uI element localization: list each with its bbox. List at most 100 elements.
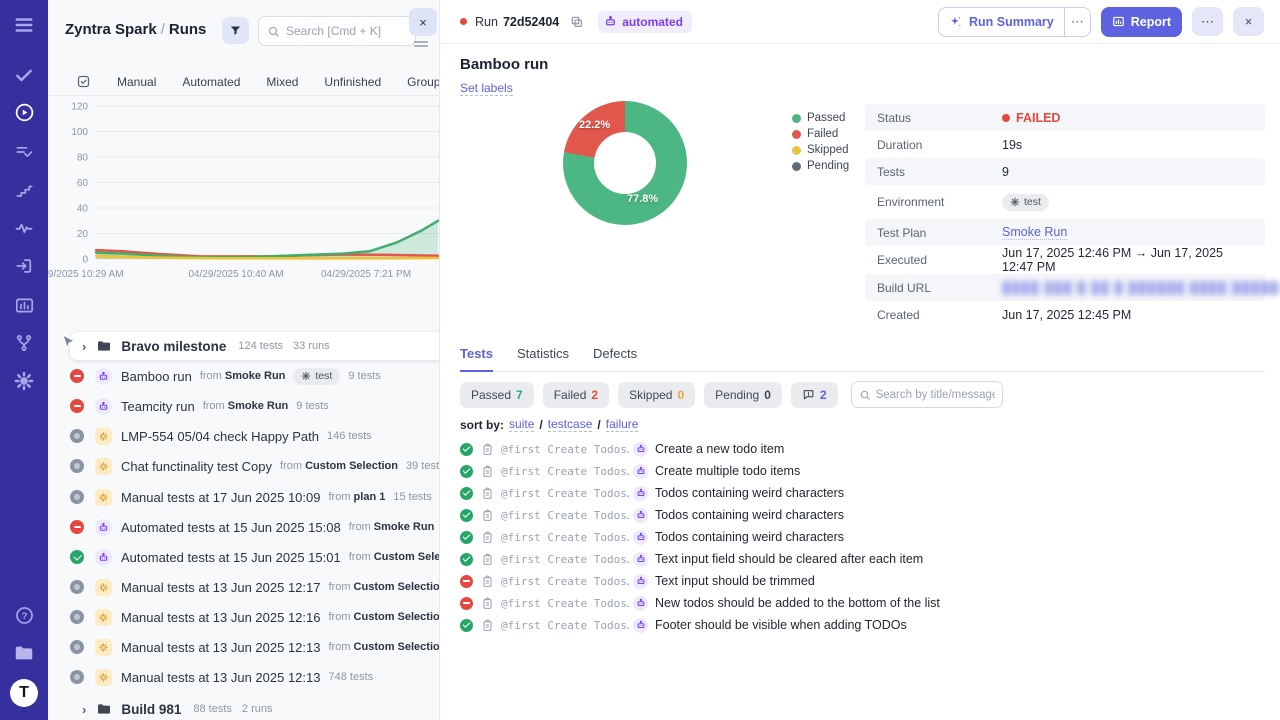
run-row[interactable]: Manual tests at 13 Jun 2025 12:13 from C… — [48, 632, 440, 662]
test-suite[interactable]: @first Create Todos… — [501, 443, 629, 456]
runs-search-input[interactable] — [286, 24, 407, 38]
run-summary-more-button[interactable]: ⋯ — [1064, 8, 1090, 36]
automated-badge[interactable]: automated — [598, 11, 692, 33]
run-row[interactable]: LMP-554 05/04 check Happy Path 146 tests — [48, 421, 440, 451]
brand-logo[interactable]: T — [0, 676, 48, 710]
filter-comments[interactable]: 2 — [791, 382, 838, 408]
run-title[interactable]: Manual tests at 13 Jun 2025 12:17 — [121, 580, 320, 595]
test-title[interactable]: Create a new todo item — [655, 442, 784, 456]
reports-bar-chart-icon[interactable] — [0, 288, 48, 322]
run-title[interactable]: Teamcity run — [121, 399, 195, 414]
group-row-bravo-milestone[interactable]: › Bravo milestone 124 tests 33 runs — [70, 332, 440, 360]
run-title[interactable]: Automated tests at 15 Jun 2025 15:08 — [121, 520, 341, 535]
help-icon[interactable]: ? — [0, 598, 48, 632]
test-row[interactable]: @first Create Todos… Text input field sh… — [460, 548, 940, 570]
legend-item[interactable]: Passed — [792, 110, 849, 126]
sort-by-testcase[interactable]: testcase — [548, 417, 593, 432]
pull-requests-icon[interactable] — [0, 249, 48, 283]
test-row[interactable]: @first Create Todos… New todos should be… — [460, 592, 940, 614]
chevron-right-icon[interactable]: › — [82, 702, 86, 717]
runs-play-icon[interactable] — [0, 95, 48, 129]
test-title[interactable]: Todos containing weird characters — [655, 530, 844, 544]
legend-item[interactable]: Pending — [792, 158, 849, 174]
run-plan[interactable]: Smoke Run — [228, 400, 289, 412]
test-row[interactable]: @first Create Todos… Create multiple tod… — [460, 460, 940, 482]
tab-tests[interactable]: Tests — [460, 346, 493, 372]
filter-pending[interactable]: Pending0 — [704, 382, 782, 408]
run-plan[interactable]: plan 1 — [354, 491, 386, 503]
filter-failed[interactable]: Failed2 — [543, 382, 609, 408]
run-title[interactable]: Chat functinality test Copy — [121, 459, 272, 474]
run-close-button[interactable]: × — [1233, 7, 1264, 36]
run-row[interactable]: Teamcity run from Smoke Run 9 tests — [48, 391, 440, 421]
build-url-blurred[interactable]: ████ ███ █ ██ █ ██████ ████ █████ █ — [1002, 281, 1280, 295]
filter-skipped[interactable]: Skipped0 — [618, 382, 695, 408]
test-title[interactable]: Todos containing weird characters — [655, 486, 844, 500]
run-plan[interactable]: Custom Selection — [354, 641, 440, 653]
test-suite[interactable]: @first Create Todos… — [501, 487, 629, 500]
test-suite[interactable]: @first Create Todos… — [501, 597, 629, 610]
tab-unfinished[interactable]: Unfinished — [324, 75, 381, 89]
run-row[interactable]: Manual tests at 13 Jun 2025 12:16 from C… — [48, 602, 440, 632]
legend-item[interactable]: Failed — [792, 126, 849, 142]
sort-by-suite[interactable]: suite — [509, 417, 534, 432]
test-suite[interactable]: @first Create Todos… — [501, 509, 629, 522]
run-title[interactable]: Bamboo run — [121, 369, 192, 384]
run-row[interactable]: Manual tests at 17 Jun 2025 10:09 from p… — [48, 482, 440, 512]
env-badge[interactable]: test — [1002, 194, 1049, 211]
group-name[interactable]: Bravo milestone — [121, 339, 226, 354]
projects-folder-icon[interactable] — [0, 636, 48, 670]
test-suite[interactable]: @first Create Todos… — [501, 575, 629, 588]
test-title[interactable]: New todos should be added to the bottom … — [655, 596, 940, 610]
plans-list-check-icon[interactable] — [0, 135, 48, 169]
test-suite[interactable]: @first Create Todos… — [501, 553, 629, 566]
group-name[interactable]: Build 981 — [121, 702, 181, 717]
test-row[interactable]: @first Create Todos… Text input should b… — [460, 570, 940, 592]
run-row[interactable]: Automated tests at 15 Jun 2025 15:01 fro… — [48, 542, 440, 572]
test-row[interactable]: @first Create Todos… Todos containing we… — [460, 504, 940, 526]
tab-statistics[interactable]: Statistics — [517, 346, 569, 371]
tab-defects[interactable]: Defects — [593, 346, 637, 371]
tab-automated[interactable]: Automated — [182, 75, 240, 89]
test-row[interactable]: @first Create Todos… Footer should be vi… — [460, 614, 940, 636]
filter-passed[interactable]: Passed7 — [460, 382, 534, 408]
tab-groups[interactable]: Groups — [407, 75, 440, 89]
test-row[interactable]: @first Create Todos… Create a new todo i… — [460, 438, 940, 460]
set-labels-link[interactable]: Set labels — [460, 81, 513, 96]
run-plan[interactable]: Smoke Run — [225, 370, 286, 382]
report-button[interactable]: Report — [1101, 7, 1182, 37]
test-title[interactable]: Create multiple todo items — [655, 464, 800, 478]
breadcrumb-project[interactable]: Zyntra Spark — [65, 21, 157, 38]
collapse-icon[interactable] — [414, 41, 428, 47]
run-row[interactable]: Manual tests at 13 Jun 2025 12:17 from C… — [48, 572, 440, 602]
test-title[interactable]: Footer should be visible when adding TOD… — [655, 618, 907, 632]
test-suite[interactable]: @first Create Todos… — [501, 465, 629, 478]
run-title[interactable]: Manual tests at 13 Jun 2025 12:13 — [121, 640, 320, 655]
tests-search-input[interactable] — [876, 389, 995, 401]
test-title[interactable]: Todos containing weird characters — [655, 508, 844, 522]
tab-mixed[interactable]: Mixed — [266, 75, 298, 89]
run-plan[interactable]: Custom Selection — [374, 551, 440, 563]
legend-item[interactable]: Skipped — [792, 142, 849, 158]
run-title[interactable]: Automated tests at 15 Jun 2025 15:01 — [121, 550, 341, 565]
tests-check-icon[interactable] — [0, 58, 48, 92]
run-plan[interactable]: Custom Selection — [305, 460, 398, 472]
run-title[interactable]: Manual tests at 13 Jun 2025 12:13 — [121, 670, 320, 685]
select-all-icon[interactable] — [76, 74, 91, 89]
integrations-branch-icon[interactable] — [0, 326, 48, 360]
run-title[interactable]: LMP-554 05/04 check Happy Path — [121, 429, 319, 444]
test-row[interactable]: @first Create Todos… Todos containing we… — [460, 526, 940, 548]
copy-run-id-button[interactable] — [568, 13, 586, 31]
run-title[interactable]: Manual tests at 13 Jun 2025 12:16 — [121, 610, 320, 625]
test-suite[interactable]: @first Create Todos… — [501, 531, 629, 544]
test-plan-link[interactable]: Smoke Run — [1002, 225, 1067, 240]
test-suite[interactable]: @first Create Todos… — [501, 619, 629, 632]
run-row[interactable]: Bamboo run from Smoke Run test 9 tests — [48, 361, 440, 391]
sort-by-failure[interactable]: failure — [606, 417, 639, 432]
analytics-pulse-icon[interactable] — [0, 211, 48, 245]
chevron-right-icon[interactable]: › — [82, 339, 86, 354]
run-more-button[interactable]: ⋯ — [1192, 7, 1223, 36]
run-summary-button[interactable]: Run Summary — [939, 15, 1064, 29]
menu-icon[interactable] — [0, 8, 48, 42]
run-row[interactable]: Manual tests at 13 Jun 2025 12:13 748 te… — [48, 662, 440, 692]
